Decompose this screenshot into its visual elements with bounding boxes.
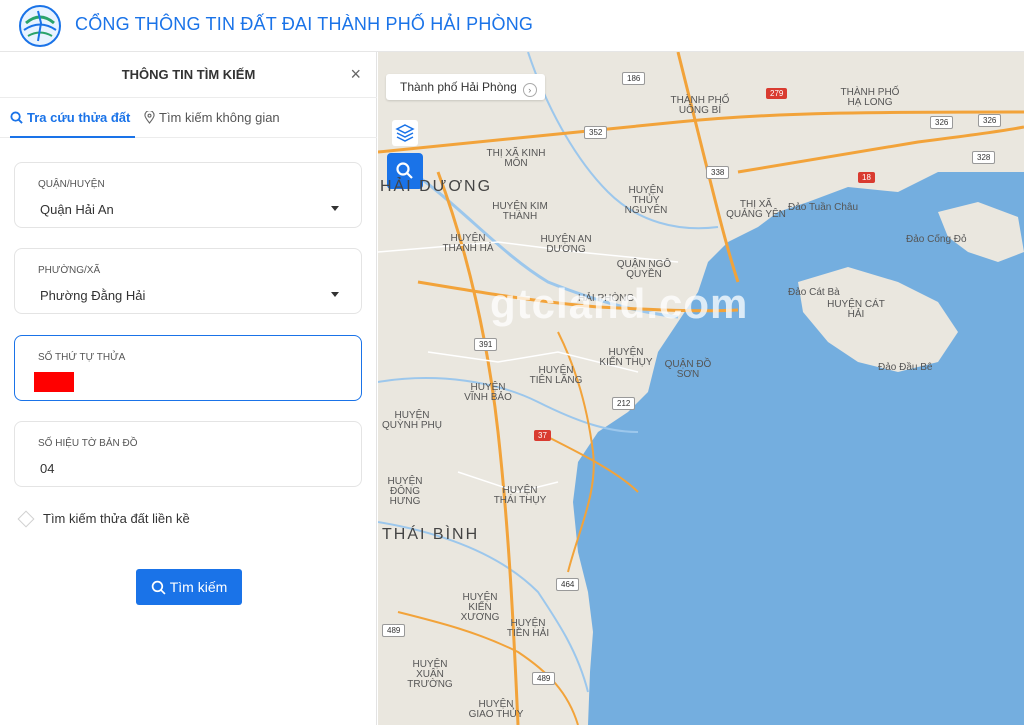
map-label-uong-bi: THÀNH PHỐ UÔNG BÍ: [670, 95, 730, 116]
redacted-value: [34, 372, 74, 392]
tab-parcel-lookup[interactable]: Tra cứu thửa đất: [10, 98, 135, 138]
map-pin-icon: [144, 110, 155, 124]
parcel-number-label: SỐ THỨ TỰ THỬA: [38, 352, 126, 363]
map-label-tuan-chau: Đảo Tuần Châu: [788, 202, 859, 213]
chevron-down-icon: [331, 292, 339, 297]
map-label-tien-lang: HUYỆN TIÊN LÃNG: [529, 365, 583, 386]
search-icon: [10, 111, 23, 124]
road-shield: 391: [474, 338, 498, 351]
road-shield: 352: [584, 126, 608, 139]
tab-spatial-search[interactable]: Tìm kiếm không gian: [144, 98, 294, 138]
district-select[interactable]: QUẬN/HUYỆN Quận Hải An: [14, 162, 362, 228]
road-shield: 186: [622, 72, 646, 85]
road-shield: 328: [972, 151, 996, 164]
location-label: Thành phố Hải Phòng: [400, 80, 517, 94]
road-shield: 326: [930, 116, 954, 129]
map-sheet-value: 04: [40, 461, 55, 476]
map-label-do-son: QUẬN ĐỒ SƠN: [664, 359, 712, 380]
road-shield: 489: [382, 624, 406, 637]
adjacent-checkbox-label: Tìm kiếm thửa đất liền kề: [43, 511, 190, 526]
tab-label: Tra cứu thửa đất: [27, 110, 131, 125]
search-panel: THÔNG TIN TÌM KIẾM × Tra cứu thửa đất Tì…: [0, 52, 377, 725]
road-shield: 37: [534, 430, 551, 441]
logo-icon[interactable]: [14, 3, 66, 49]
map-label-dau-be: Đảo Đầu Bê: [878, 362, 933, 373]
road-shield: 489: [532, 672, 556, 685]
map-label-thai-thuy: HUYỆN THÁI THỤY: [493, 485, 547, 506]
road-shield: 326: [978, 114, 1002, 127]
tab-bar: Tra cứu thửa đất Tìm kiếm không gian: [0, 98, 377, 138]
app-title: CỔNG THÔNG TIN ĐẤT ĐAI THÀNH PHỐ HẢI PHÒ…: [75, 14, 534, 34]
map-label-kinh-mon: THỊ XÃ KINH MÔN: [486, 148, 546, 169]
map-label-thai-binh: THÁI BÌNH: [382, 526, 480, 543]
ward-select[interactable]: PHƯỜNG/XÃ Phường Đằng Hải: [14, 248, 362, 314]
map-label-quang-yen: THỊ XÃ QUẢNG YÊN: [726, 199, 786, 220]
chevron-right-icon: ›: [522, 83, 537, 97]
map-label-giao-thuy: HUYỆN GIAO THỦY: [468, 699, 524, 720]
map-label-quynh-phu: HUYỆN QUỲNH PHỤ: [382, 410, 443, 431]
panel-header: THÔNG TIN TÌM KIẾM ×: [0, 52, 377, 98]
panel-title: THÔNG TIN TÌM KIẾM: [121, 67, 256, 82]
search-icon: [151, 580, 166, 595]
layers-icon: [395, 124, 415, 142]
map-label-ha-long: THÀNH PHỐ HẠ LONG: [840, 87, 900, 108]
ward-label: PHƯỜNG/XÃ: [38, 265, 101, 276]
adjacent-checkbox[interactable]: [17, 510, 35, 528]
search-button-label: Tìm kiếm: [169, 579, 228, 595]
map-label-cong-do: Đảo Cống Đỏ: [906, 234, 967, 245]
watermark: gtcland.com: [490, 280, 749, 327]
map-view[interactable]: Thành phố Hải Phòng › HẢI DƯƠNG THÁI BÌNH…: [378, 52, 1024, 725]
map-sheet-field[interactable]: SỐ HIỆU TỜ BẢN ĐỒ 04: [14, 421, 362, 487]
road-shield: 212: [612, 397, 636, 410]
district-value: Quận Hải An: [40, 202, 114, 217]
road-shield: 18: [858, 172, 875, 183]
map-label-ngo-quyen: QUẬN NGÔ QUYỀN: [616, 259, 672, 280]
map-label-xuan-truong: HUYỆN XUÂN TRƯỜNG: [407, 659, 453, 690]
map-label-cat-hai: HUYỆN CÁT HẢI: [827, 299, 885, 320]
location-breadcrumb[interactable]: Thành phố Hải Phòng ›: [386, 74, 545, 100]
map-label-an-duong: HUYỆN AN DƯƠNG: [540, 234, 592, 255]
tab-label: Tìm kiếm không gian: [159, 110, 280, 125]
map-label-vinh-bao: HUYỆN VĨNH BẢO: [464, 382, 512, 403]
map-label-cat-ba: Đảo Cát Bà: [788, 287, 840, 298]
map-label-thanh-ha: HUYỆN THANH HÀ: [442, 233, 494, 254]
road-shield: 464: [556, 578, 580, 591]
map-sheet-label: SỐ HIỆU TỜ BẢN ĐỒ: [38, 438, 138, 449]
map-label-hai-duong: HẢI DƯƠNG: [380, 178, 493, 195]
map-label-thuy-nguyen: HUYỆN THỦY NGUYÊN: [624, 185, 668, 216]
parcel-number-field[interactable]: SỐ THỨ TỰ THỬA: [14, 335, 362, 401]
map-label-dong-hung: HUYỆN ĐÔNG HƯNG: [387, 476, 423, 507]
map-label-kim-thanh: HUYỆN KIM THÀNH: [492, 201, 548, 222]
layers-button[interactable]: [392, 120, 418, 146]
map-label-kien-thuy: HUYỆN KIẾN THỤY: [599, 347, 653, 368]
road-shield: 279: [766, 88, 788, 99]
chevron-down-icon: [331, 206, 339, 211]
map-label-tien-hai: HUYỆN TIỀN HẢI: [506, 618, 550, 639]
road-shield: 338: [706, 166, 730, 179]
search-button[interactable]: Tìm kiếm: [136, 569, 242, 605]
district-label: QUẬN/HUYỆN: [38, 179, 105, 190]
app-header: CỔNG THÔNG TIN ĐẤT ĐAI THÀNH PHỐ HẢI PHÒ…: [0, 0, 1024, 52]
ward-value: Phường Đằng Hải: [40, 288, 146, 303]
close-icon[interactable]: ×: [350, 64, 361, 85]
